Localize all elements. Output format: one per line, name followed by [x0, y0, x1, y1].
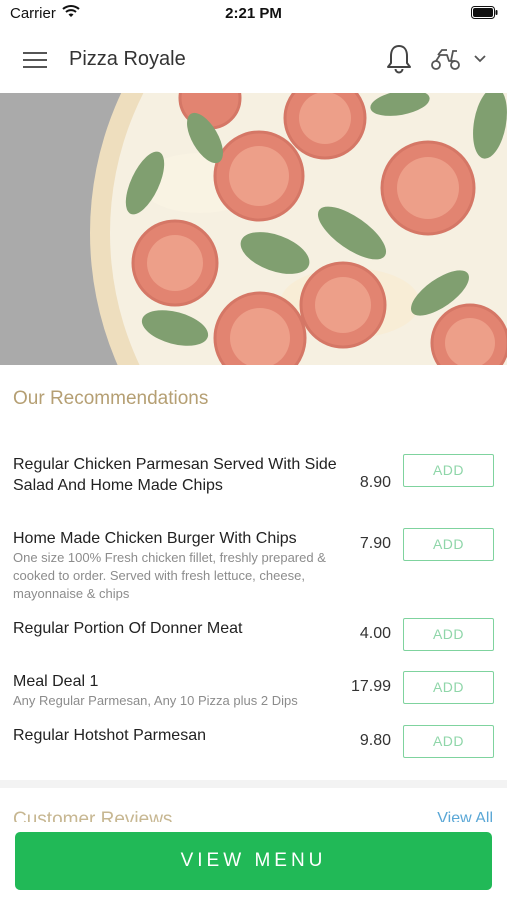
- hamburger-menu-icon[interactable]: [20, 47, 50, 73]
- pizza-illustration: [0, 93, 507, 365]
- item-price: 4.00: [359, 625, 391, 642]
- notification-bell-icon[interactable]: [384, 43, 414, 75]
- item-description: One size 100% Fresh chicken fillet, fres…: [13, 550, 326, 601]
- item-price: 9.80: [359, 732, 391, 749]
- status-bar: Carrier 2:21 PM: [0, 0, 507, 26]
- add-button[interactable]: ADD: [403, 671, 494, 704]
- add-button[interactable]: ADD: [403, 618, 494, 651]
- item-price: 8.90: [359, 474, 391, 491]
- app-header: Pizza Royale: [0, 26, 507, 94]
- view-menu-button[interactable]: VIEW MENU: [15, 832, 492, 890]
- battery-icon: [471, 6, 498, 19]
- add-button[interactable]: ADD: [403, 725, 494, 758]
- section-divider: [0, 780, 507, 788]
- restaurant-title: Pizza Royale: [69, 48, 186, 70]
- item-price: 17.99: [350, 678, 391, 695]
- add-button[interactable]: ADD: [403, 454, 494, 487]
- clock: 2:21 PM: [225, 5, 282, 22]
- chevron-down-icon[interactable]: [472, 52, 488, 66]
- item-name: Regular Hotshot Parmesan: [13, 727, 206, 744]
- recommendations-title: Our Recommendations: [13, 388, 209, 409]
- item-name: Meal Deal 1: [13, 673, 99, 690]
- item-name: Regular Portion Of Donner Meat: [13, 620, 243, 637]
- item-price: 7.90: [359, 535, 391, 552]
- item-name: Regular Chicken Parmesan Served With Sid…: [13, 456, 337, 494]
- add-button[interactable]: ADD: [403, 528, 494, 561]
- item-name: Home Made Chicken Burger With Chips: [13, 530, 297, 547]
- delivery-scooter-icon[interactable]: [430, 46, 462, 72]
- hero-pizza-image: [0, 93, 507, 365]
- bottom-bar: VIEW MENU: [0, 822, 507, 900]
- item-description: Any Regular Parmesan, Any 10 Pizza plus …: [13, 693, 298, 708]
